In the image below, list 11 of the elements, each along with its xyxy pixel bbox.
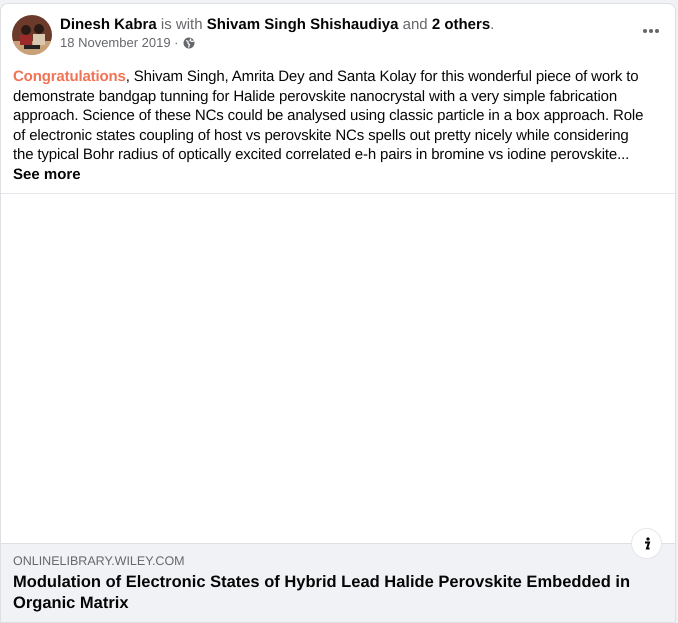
globe-icon <box>182 36 195 48</box>
link-title[interactable]: Modulation of Electronic States of Hybrid Lead Halide Perovskite Embedded in Organic Matrix <box>13 572 663 614</box>
see-more-link[interactable]: See more <box>13 166 81 183</box>
post-author-line: Dinesh Kabra is with Shivam Singh Shishaudiya and 2 others. <box>60 16 496 33</box>
more-icon <box>643 29 659 33</box>
post-text: Congratulations, Shivam Singh, Amrita Dey and Santa Kolay for this wonderful piece of work to demonstrate bandgap tunning for Halide perovskite nanocrystal with a very simple fabrication approach. Science of these NCs could be analysed using classic particle in a box approach. Role of electronic states coupling of host vs perovskite NCs spells out pretty nicely while considering the typical Bohr radius of optically excited correlated e-h pairs in bromine vs iodine perovskite... <box>13 67 644 165</box>
info-icon <box>642 536 650 550</box>
post-date[interactable]: 18 November 2019 · <box>60 35 179 50</box>
avatar[interactable] <box>12 15 52 55</box>
link-domain: ONLINELIBRARY.WILEY.COM <box>13 554 186 568</box>
link-preview[interactable]: ONLINELIBRARY.WILEY.COM Modulation of Electronic States of Hybrid Lead Halide Perovskite Embedded in Organic Matrix <box>1 543 675 622</box>
